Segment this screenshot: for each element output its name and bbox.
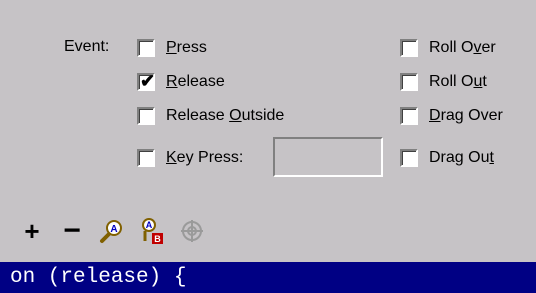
release-label: Release <box>166 73 225 90</box>
svg-text:A: A <box>110 224 117 235</box>
release-checkbox[interactable]: ✔ <box>137 71 156 91</box>
drag-out-label: Drag Out <box>429 149 494 166</box>
roll-out-label: Roll Out <box>429 73 487 90</box>
replace-icon[interactable]: A B <box>138 217 166 245</box>
roll-out-option[interactable]: Roll Out <box>400 70 487 94</box>
roll-over-label: Roll Over <box>429 39 496 56</box>
press-option[interactable]: Press <box>137 36 207 60</box>
roll-out-checkbox[interactable] <box>400 73 418 91</box>
release-outside-checkbox[interactable] <box>137 107 155 125</box>
event-label: Event: <box>64 38 110 55</box>
find-icon[interactable]: A <box>98 217 126 245</box>
check-mark-icon: ✔ <box>140 71 156 91</box>
key-press-option[interactable]: Key Press: <box>137 146 243 170</box>
release-outside-label: Release Outside <box>166 107 285 124</box>
press-checkbox[interactable] <box>137 39 155 57</box>
drag-over-checkbox[interactable] <box>400 107 418 125</box>
release-outside-option[interactable]: Release Outside <box>137 104 284 128</box>
roll-over-checkbox[interactable] <box>400 39 418 57</box>
actions-panel: Event: Press ✔ Release Release Outside K… <box>0 0 536 293</box>
drag-out-option[interactable]: Drag Out <box>400 146 494 170</box>
svg-text:B: B <box>154 234 161 244</box>
add-action-button[interactable]: + <box>18 216 46 246</box>
svg-text:A: A <box>146 220 153 230</box>
release-option[interactable]: ✔ Release <box>137 70 225 94</box>
key-press-label: Key Press: <box>166 149 244 166</box>
key-press-input[interactable] <box>273 137 383 177</box>
actions-toolbar: + − A A B <box>18 214 218 247</box>
target-icon[interactable] <box>178 217 206 245</box>
press-label: Press <box>166 39 207 56</box>
script-code-line[interactable]: on (release) { <box>0 262 536 293</box>
key-press-checkbox[interactable] <box>137 149 155 167</box>
roll-over-option[interactable]: Roll Over <box>400 36 496 60</box>
remove-action-button[interactable]: − <box>58 214 86 247</box>
drag-out-checkbox[interactable] <box>400 149 418 167</box>
drag-over-label: Drag Over <box>429 107 503 124</box>
drag-over-option[interactable]: Drag Over <box>400 104 503 128</box>
